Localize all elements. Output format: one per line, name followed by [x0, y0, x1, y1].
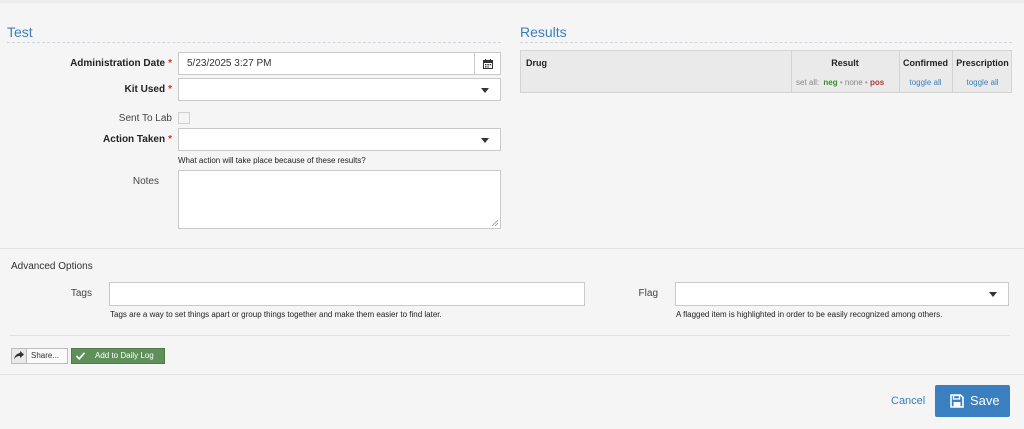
add-to-daily-log-button[interactable]: Add to Daily Log — [71, 348, 165, 364]
drug-column: Drug — [521, 51, 791, 92]
action-taken-select[interactable] — [178, 128, 501, 151]
chevron-down-icon — [481, 138, 489, 143]
chevron-down-icon — [481, 88, 489, 93]
set-all-none-link[interactable]: none — [845, 78, 863, 87]
flag-select[interactable] — [675, 282, 1009, 306]
save-button-label: Save — [970, 393, 1000, 408]
administration-date-value: 5/23/2025 3:27 PM — [187, 58, 272, 69]
set-all-neg-link[interactable]: neg — [823, 78, 837, 87]
toggle-all-confirmed-link[interactable]: toggle all — [900, 78, 951, 87]
share-icon — [14, 351, 24, 360]
flag-label: Flag — [638, 288, 658, 299]
tags-label: Tags — [70, 288, 92, 299]
tags-input[interactable] — [109, 282, 585, 306]
action-taken-help: What action will take place because of t… — [178, 156, 366, 165]
administration-date-label: Administration Date * — [70, 58, 172, 69]
add-to-daily-log-label: Add to Daily Log — [95, 351, 154, 360]
administration-date-field[interactable]: 5/23/2025 3:27 PM — [178, 52, 501, 75]
notes-textarea[interactable] — [178, 170, 501, 229]
kit-used-select[interactable] — [178, 78, 501, 101]
separator: • — [839, 78, 843, 87]
action-taken-label: Action Taken * — [103, 134, 172, 145]
tags-help: Tags are a way to set things apart or gr… — [110, 310, 442, 319]
share-button[interactable]: Share... — [11, 348, 68, 364]
prescription-column-header: Prescription — [956, 58, 1009, 68]
separator: • — [864, 78, 868, 87]
calendar-button[interactable] — [474, 53, 500, 74]
confirmed-column: Confirmed toggle all — [899, 51, 952, 92]
top-border — [0, 0, 1024, 3]
divider — [10, 335, 1010, 336]
footer-divider — [0, 374, 1024, 375]
save-button[interactable]: Save — [935, 385, 1010, 417]
set-all-pos-link[interactable]: pos — [870, 78, 884, 87]
kit-used-label: Kit Used * — [124, 84, 172, 95]
test-section-title: Test — [7, 24, 501, 43]
cancel-link[interactable]: Cancel — [891, 395, 925, 407]
chevron-down-icon — [989, 292, 997, 297]
results-table: Drug Result set all: neg • none • pos Co… — [520, 50, 1012, 93]
confirmed-column-header: Confirmed — [903, 58, 948, 68]
notes-label: Notes — [132, 176, 159, 187]
prescription-column: Prescription toggle all — [952, 51, 1011, 92]
sent-to-lab-checkbox[interactable] — [178, 112, 190, 124]
share-button-label: Share... — [31, 351, 60, 360]
results-section-title: Results — [520, 24, 1012, 43]
check-icon — [76, 352, 85, 360]
sent-to-lab-label: Sent To Lab — [118, 113, 172, 124]
set-all-controls: set all: neg • none • pos — [796, 78, 884, 87]
flag-help: A flagged item is highlighted in order t… — [676, 310, 943, 319]
calendar-icon — [483, 59, 493, 69]
result-column-header: Result — [831, 58, 859, 68]
toggle-all-prescription-link[interactable]: toggle all — [953, 78, 1012, 87]
drug-column-header: Drug — [526, 58, 547, 68]
set-all-label: set all: — [796, 78, 820, 87]
share-icon-cell — [12, 349, 27, 363]
resize-handle-icon[interactable] — [492, 220, 498, 226]
advanced-options-title: Advanced Options — [11, 261, 93, 272]
result-column: Result set all: neg • none • pos — [791, 51, 899, 92]
divider — [0, 248, 1024, 249]
floppy-disk-icon — [950, 394, 964, 408]
